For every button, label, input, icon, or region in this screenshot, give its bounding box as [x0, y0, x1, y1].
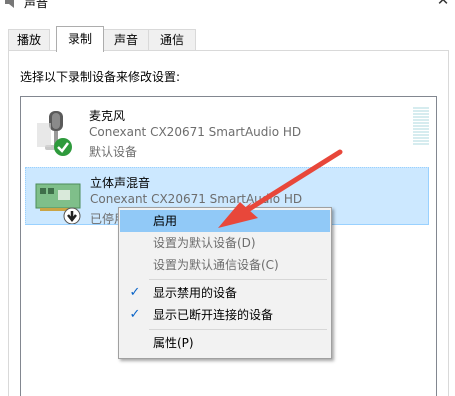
close-icon[interactable]: ✕ — [435, 0, 451, 8]
menu-item-label: 属性(P) — [153, 336, 194, 350]
checkmark-icon: ✓ — [129, 307, 141, 322]
title-bar: 声音 ✕ — [0, 0, 455, 24]
device-description: Conexant CX20671 SmartAudio HD — [90, 192, 303, 206]
menu-item-label: 启用 — [153, 214, 178, 228]
menu-item-set-default-comm: 设置为默认通信设备(C) — [120, 254, 330, 276]
device-item-microphone[interactable]: 麦克风 Conexant CX20671 SmartAudio HD 默认设备 — [25, 101, 429, 159]
tab-recording[interactable]: 录制 — [56, 26, 104, 52]
menu-item-properties[interactable]: 属性(P) — [120, 332, 330, 354]
menu-separator — [149, 279, 327, 280]
tab-sounds[interactable]: 声音 — [103, 29, 149, 51]
tab-strip: 播放 录制 声音 通信 — [0, 24, 455, 52]
level-meter — [413, 107, 429, 147]
window-title: 声音 — [24, 0, 49, 10]
speaker-icon — [4, 0, 20, 8]
menu-item-show-disconnected[interactable]: ✓ 显示已断开连接的设备 — [120, 304, 330, 326]
instruction-text: 选择以下录制设备来修改设置: — [20, 70, 181, 84]
tab-playback[interactable]: 播放 — [8, 29, 50, 51]
device-status: 默认设备 — [89, 145, 138, 159]
menu-item-set-default: 设置为默认设备(D) — [120, 232, 330, 254]
tab-communications[interactable]: 通信 — [148, 29, 196, 51]
menu-item-label: 显示已断开连接的设备 — [153, 308, 274, 322]
microphone-icon — [33, 105, 83, 157]
checkmark-icon: ✓ — [129, 285, 141, 300]
sound-card-icon — [34, 172, 84, 225]
menu-item-enable[interactable]: 启用 — [120, 210, 330, 232]
menu-separator — [149, 329, 327, 330]
menu-item-label: 设置为默认设备(D) — [153, 236, 256, 250]
device-description: Conexant CX20671 SmartAudio HD — [89, 125, 302, 139]
context-menu: 启用 设置为默认设备(D) 设置为默认通信设备(C) ✓ 显示禁用的设备 ✓ 显… — [118, 207, 332, 359]
menu-item-label: 显示禁用的设备 — [153, 286, 238, 300]
default-badge-icon — [54, 138, 72, 156]
device-name: 立体声混音 — [90, 176, 151, 190]
menu-item-show-disabled[interactable]: ✓ 显示禁用的设备 — [120, 282, 330, 304]
device-name: 麦克风 — [89, 109, 126, 123]
menu-item-label: 设置为默认通信设备(C) — [153, 258, 279, 272]
